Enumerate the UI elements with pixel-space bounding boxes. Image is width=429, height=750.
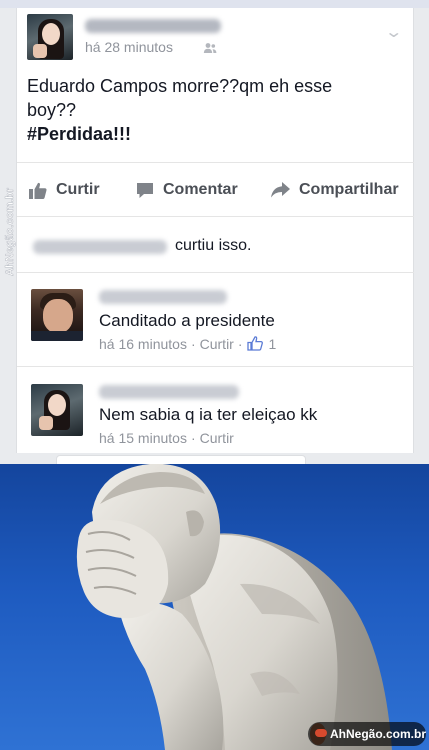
post-text-line1: Eduardo Campos morre??qm eh esse: [27, 76, 333, 96]
comment-like-count: 1: [268, 336, 277, 352]
comment-author[interactable]: [99, 385, 239, 399]
like-button[interactable]: Curtir: [29, 179, 100, 201]
thumbs-up-icon: [29, 182, 47, 199]
watermark-vertical: AhNegão.com.br: [4, 187, 17, 276]
comment-meta: há 15 minutos · Curtir: [99, 430, 234, 446]
logo-mascot-icon: [310, 723, 327, 745]
comment-text: Canditado a presidente: [99, 311, 275, 330]
comment-meta: há 16 minutos · Curtir · 1: [99, 336, 277, 352]
chevron-down-icon[interactable]: ⌄: [384, 22, 403, 42]
share-label: Compartilhar: [299, 181, 399, 198]
post-card: há 28 minutos ⌄ Eduardo Campos morre??qm…: [16, 8, 414, 453]
post-text: Eduardo Campos morre??qm eh esse boy?? #…: [27, 74, 367, 146]
share-button[interactable]: Compartilhar: [271, 179, 399, 201]
friends-icon: [203, 43, 217, 53]
comment-avatar[interactable]: [31, 384, 83, 436]
author-name[interactable]: [85, 19, 221, 33]
liked-text: curtiu isso.: [175, 237, 252, 254]
post-text-line2: boy??: [27, 100, 77, 120]
divider: [17, 162, 414, 163]
divider: [17, 272, 414, 273]
share-arrow-icon: [271, 182, 290, 198]
post-hashtag[interactable]: #Perdidaa!!!: [27, 122, 367, 146]
comment-like-link[interactable]: Curtir: [200, 336, 234, 352]
divider: [17, 366, 414, 367]
author-avatar[interactable]: [27, 14, 73, 60]
comment-icon: [137, 182, 153, 198]
ahnegao-logo[interactable]: AhNegão.com.br: [308, 722, 426, 746]
like-label: Curtir: [56, 181, 100, 198]
comment-author[interactable]: [99, 290, 227, 304]
facepalm-statue-photo: [0, 464, 429, 750]
comment-time[interactable]: há 15 minutos: [99, 430, 187, 446]
divider: [17, 216, 414, 217]
comment-like-link[interactable]: Curtir: [200, 430, 234, 446]
comment-avatar[interactable]: [31, 289, 83, 341]
top-strip: [0, 0, 429, 8]
comment-time[interactable]: há 16 minutos: [99, 336, 187, 352]
statue-illustration: [76, 464, 392, 750]
comment-label: Comentar: [163, 181, 238, 198]
post-timestamp[interactable]: há 28 minutos: [85, 39, 173, 55]
comment-button[interactable]: Comentar: [136, 179, 238, 201]
comment-text: Nem sabia q ia ter eleiçao kk: [99, 405, 318, 424]
liker-name[interactable]: [33, 240, 167, 254]
logo-text: AhNegão.com.br: [329, 727, 426, 741]
thumbs-up-outline-icon: [246, 336, 263, 351]
svg-text:AhNegão.com.br: AhNegão.com.br: [4, 187, 16, 276]
